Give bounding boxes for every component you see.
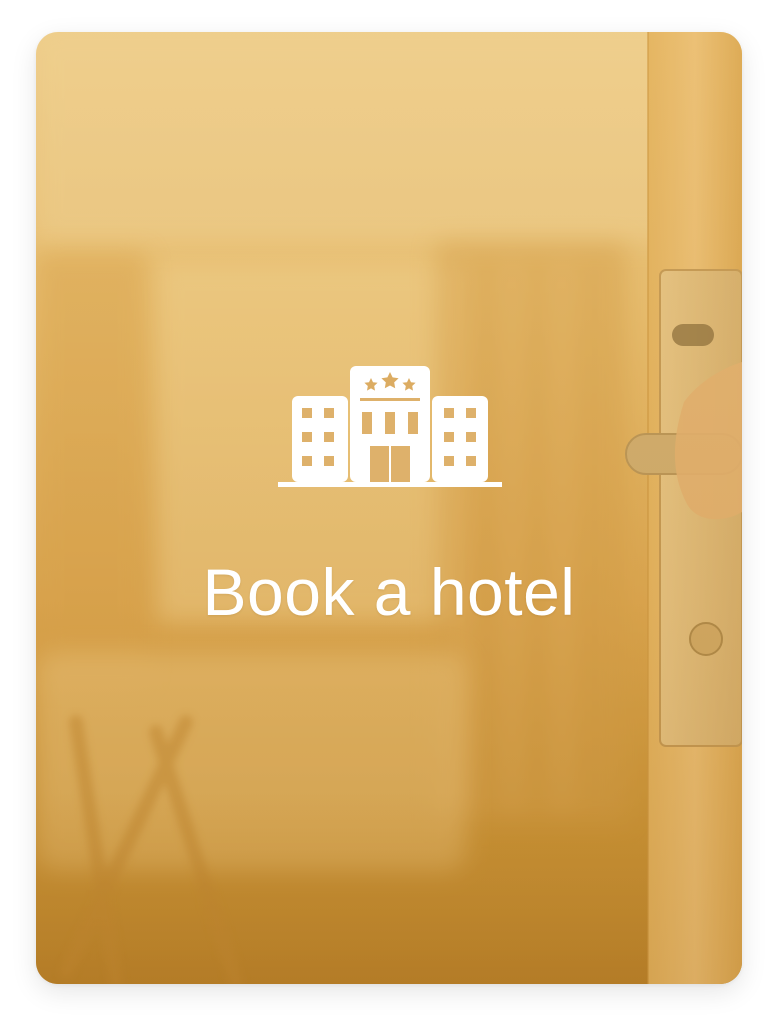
book-hotel-card[interactable]: Book a hotel	[36, 32, 742, 984]
card-title: Book a hotel	[202, 555, 576, 629]
hotel-room-background-image	[36, 32, 742, 984]
hotel-building-icon	[278, 366, 502, 487]
